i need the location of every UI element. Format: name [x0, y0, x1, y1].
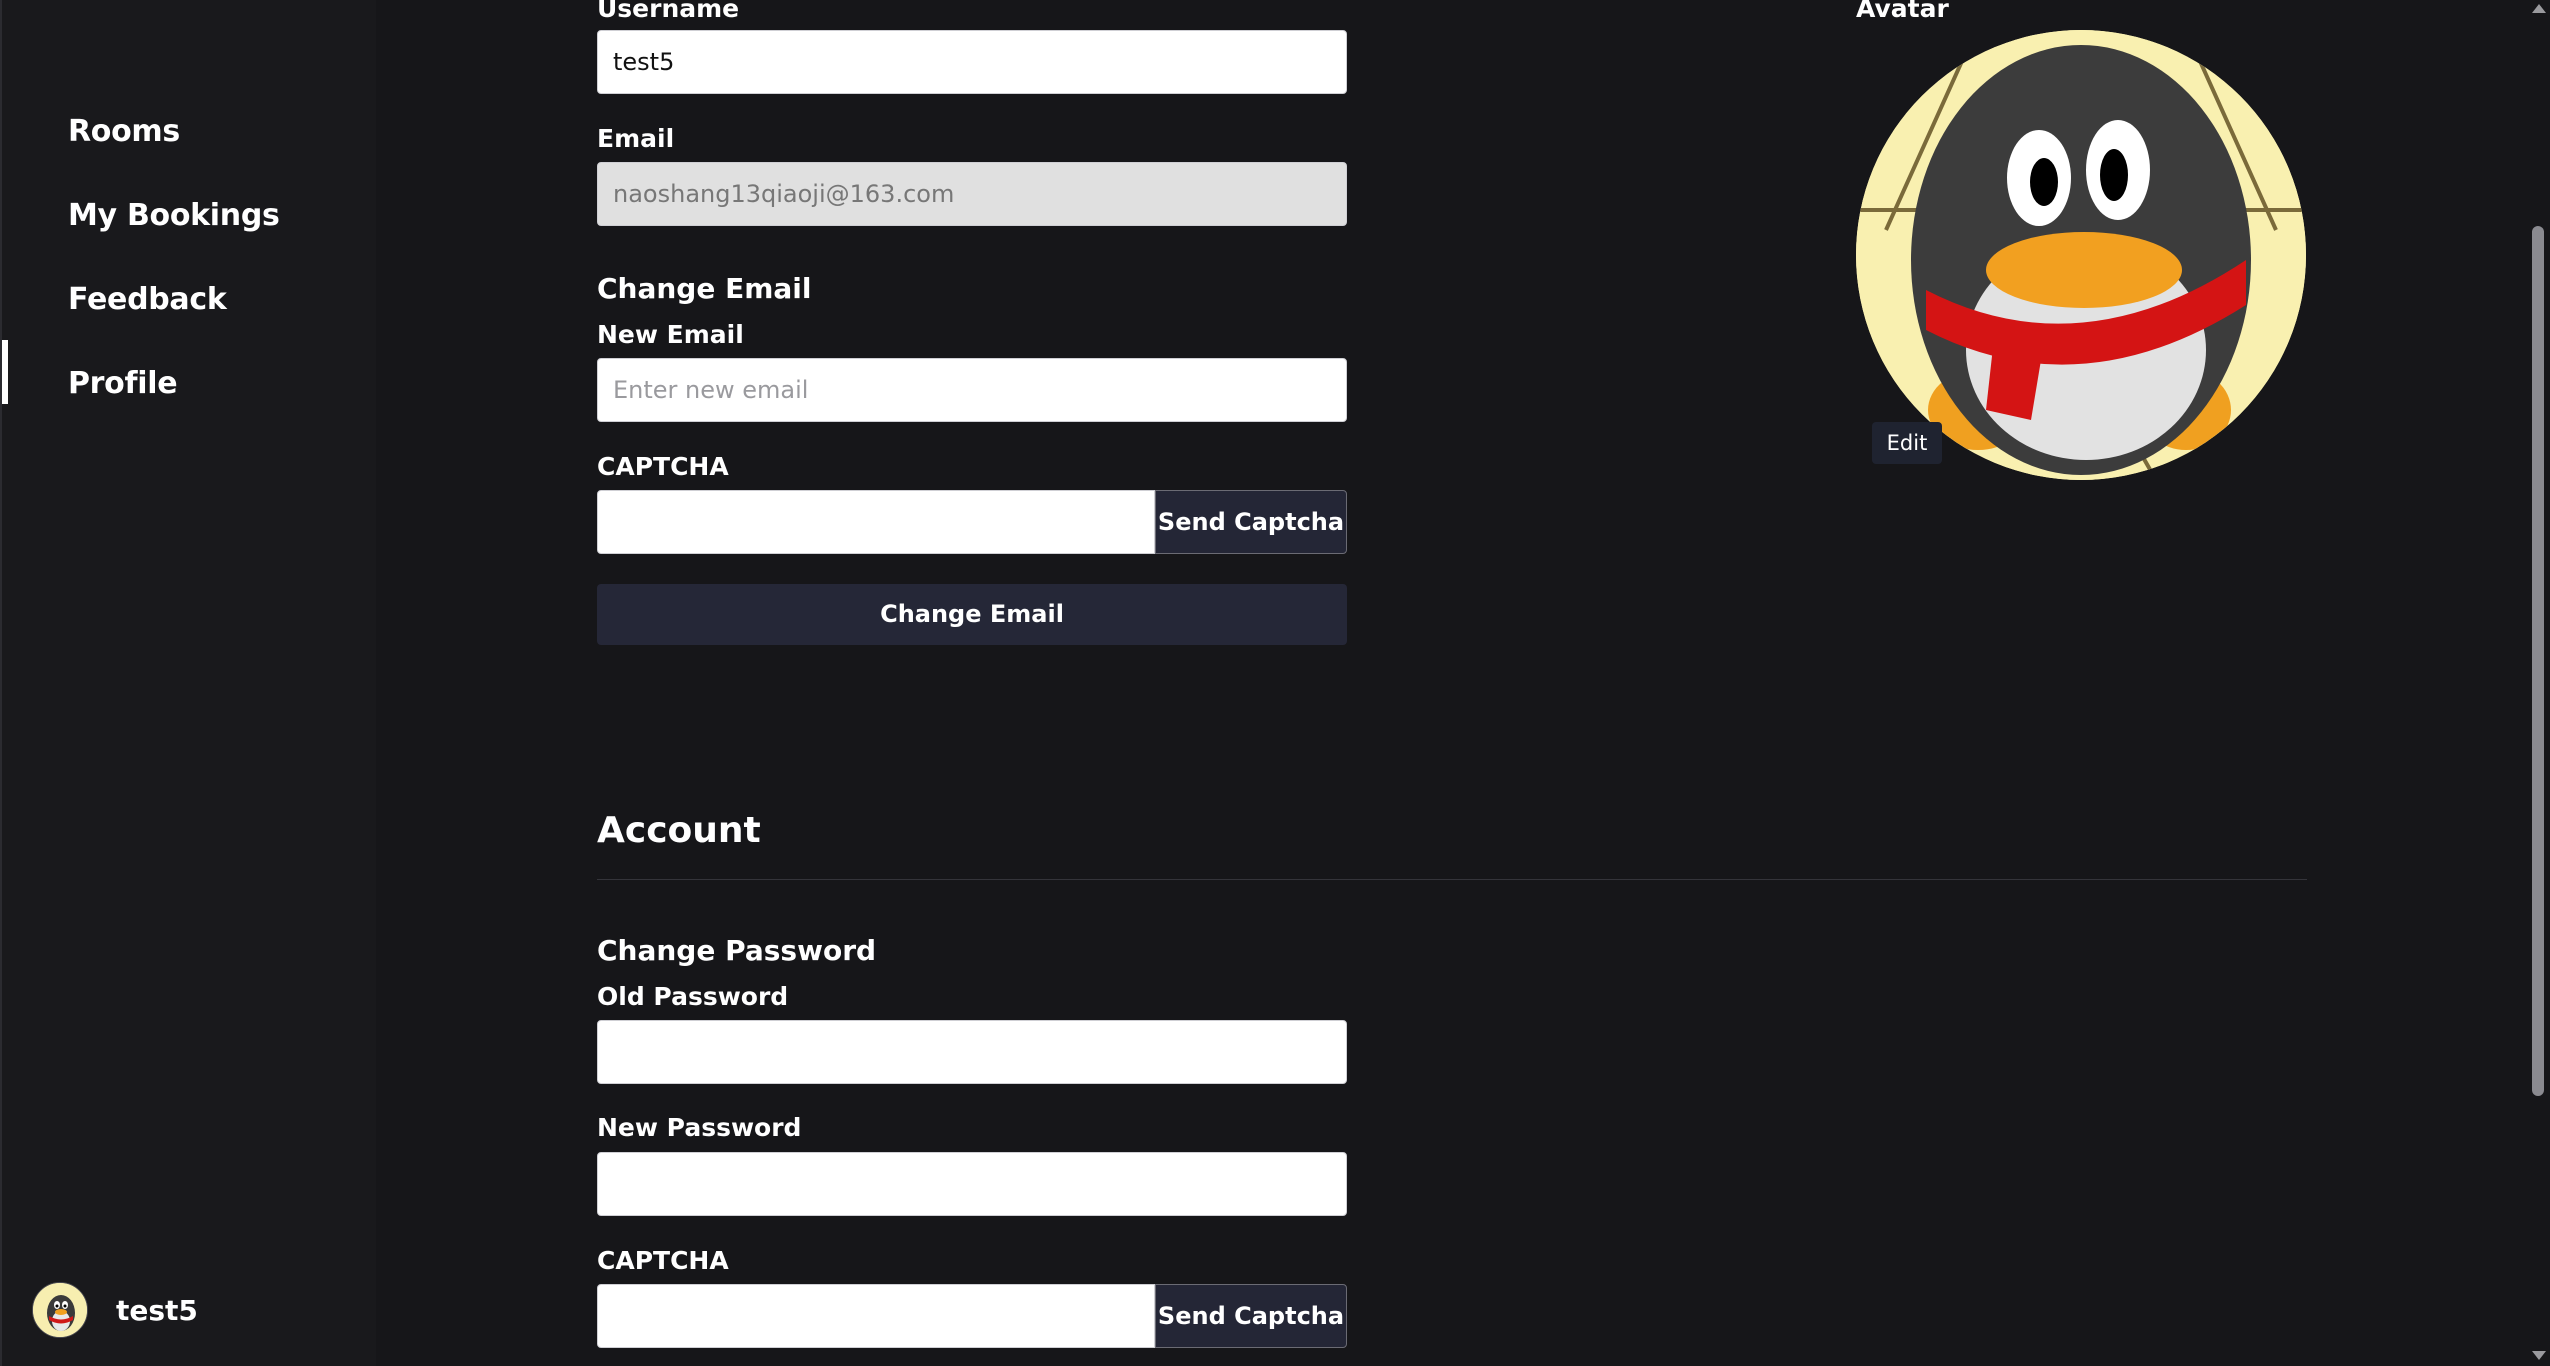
profile-main: Username test5 Email naoshang13qiaoji@16…: [376, 0, 2526, 1366]
username-label: Username: [597, 0, 740, 23]
old-password-label: Old Password: [597, 982, 789, 1011]
change-email-button[interactable]: Change Email: [597, 584, 1347, 645]
new-email-label: New Email: [597, 320, 744, 349]
email-label: Email: [597, 124, 675, 153]
new-email-placeholder: Enter new email: [613, 376, 809, 404]
account-title: Account: [597, 810, 761, 851]
user-name: test5: [116, 1293, 198, 1327]
email-send-captcha-button[interactable]: Send Captcha: [1155, 490, 1347, 554]
active-indicator: [2, 340, 8, 404]
avatar-label: Avatar: [1856, 0, 1949, 23]
penguin-icon: [1856, 30, 2306, 480]
account-divider: [597, 879, 2307, 880]
username-field[interactable]: test5: [597, 30, 1347, 94]
penguin-icon: [33, 1283, 87, 1337]
email-captcha-label: CAPTCHA: [597, 452, 729, 481]
email-captcha-field[interactable]: [597, 490, 1155, 554]
sidebar-item-my-bookings[interactable]: My Bookings: [68, 198, 280, 233]
password-send-captcha-button[interactable]: Send Captcha: [1155, 1284, 1347, 1348]
scroll-down-icon[interactable]: [2532, 1351, 2546, 1360]
email-field: naoshang13qiaoji@163.com: [597, 162, 1347, 226]
scroll-up-icon[interactable]: [2532, 4, 2546, 13]
scrollbar-thumb[interactable]: [2532, 226, 2544, 1096]
user-menu[interactable]: test5: [32, 1282, 198, 1338]
avatar-image: [1856, 30, 2306, 480]
new-password-label: New Password: [597, 1113, 802, 1142]
new-email-field[interactable]: Enter new email: [597, 358, 1347, 422]
change-password-heading: Change Password: [597, 934, 877, 967]
sidebar: Rooms My Bookings Feedback Profile test5: [0, 0, 376, 1366]
password-captcha-field[interactable]: [597, 1284, 1155, 1348]
sidebar-item-rooms[interactable]: Rooms: [68, 114, 180, 149]
old-password-field[interactable]: [597, 1020, 1347, 1084]
password-captcha-label: CAPTCHA: [597, 1246, 729, 1275]
avatar: [32, 1282, 88, 1338]
edit-avatar-button[interactable]: Edit: [1872, 422, 1942, 464]
new-password-field[interactable]: [597, 1152, 1347, 1216]
sidebar-item-feedback[interactable]: Feedback: [68, 282, 227, 317]
sidebar-item-profile[interactable]: Profile: [68, 366, 178, 401]
change-email-heading: Change Email: [597, 272, 812, 305]
